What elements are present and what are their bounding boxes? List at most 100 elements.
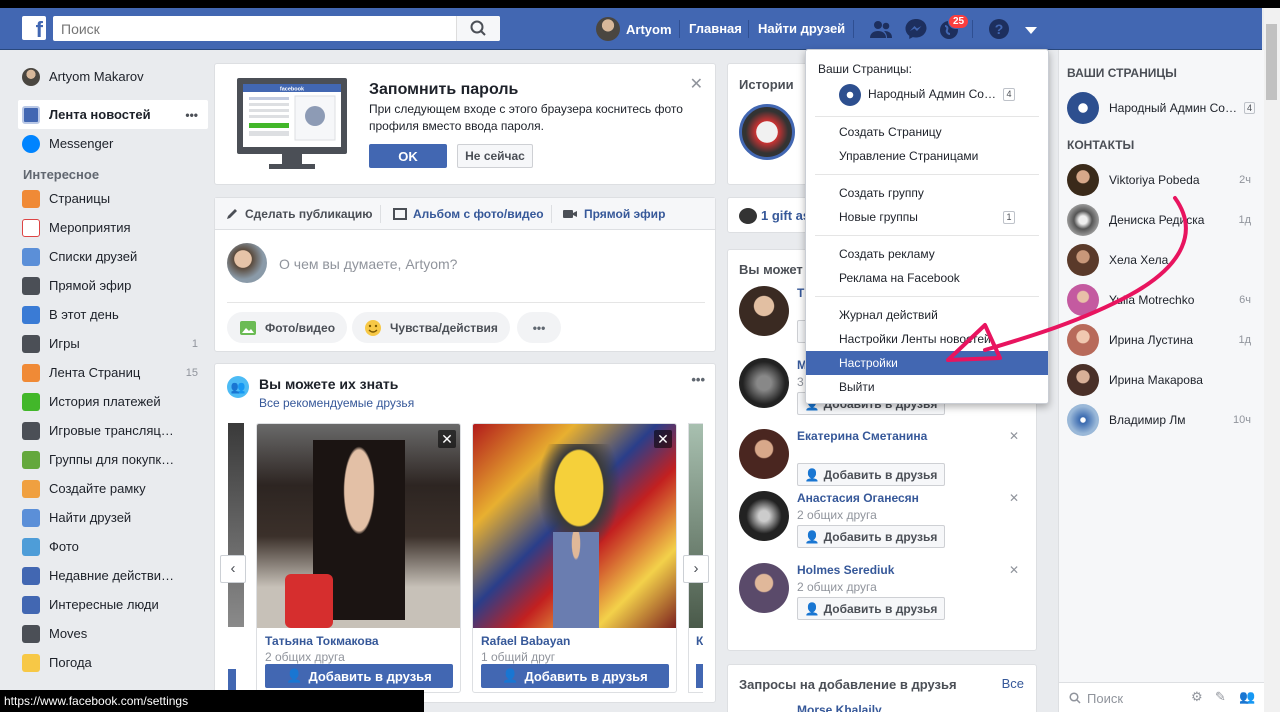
more-options-icon[interactable]: ••• — [691, 372, 705, 387]
menu-label: Народный Админ Со… — [868, 87, 996, 101]
suggestion-name[interactable]: Анастасия Оганесян — [797, 491, 919, 505]
close-icon[interactable]: ✕ — [1009, 491, 1019, 505]
pymk-see-all-link[interactable]: Все рекомендуемые друзья — [259, 396, 414, 410]
carousel-next-button[interactable]: › — [683, 555, 709, 583]
search-icon — [470, 20, 486, 36]
menu-item-manage-pages[interactable]: Управление Страницами — [806, 144, 1048, 168]
see-all-link[interactable]: Все — [1002, 676, 1024, 691]
search-button[interactable] — [456, 16, 500, 41]
suggestion-name[interactable]: Екатерина Сметанина — [797, 429, 927, 443]
not-now-button[interactable]: Не сейчас — [457, 144, 533, 168]
sidebar-item[interactable]: Moves — [18, 619, 208, 648]
last-active-time: 1д — [1238, 214, 1251, 226]
sidebar-item[interactable]: Лента Страниц 15 — [18, 358, 208, 387]
close-icon[interactable]: ✕ — [438, 430, 456, 448]
carousel-prev-button[interactable]: ‹ — [220, 555, 246, 583]
messenger-icon[interactable] — [904, 18, 928, 40]
gift-text[interactable]: 1 gift as — [761, 208, 810, 223]
profile-link[interactable]: Artyom — [596, 17, 672, 41]
suggestion-name[interactable]: Rafael Babayan — [481, 634, 676, 648]
sidebar-search-input[interactable]: Поиск — [1087, 691, 1123, 706]
suggestion-name[interactable]: Holmes Serediuk — [797, 563, 894, 577]
sidebar-item[interactable]: История платежей — [18, 387, 208, 416]
composer-input[interactable]: О чем вы думаете, Artyom? — [279, 256, 457, 272]
story-avatar[interactable] — [739, 104, 795, 160]
tab-create-post[interactable]: Сделать публикацию — [225, 207, 373, 221]
more-options-button[interactable]: ••• — [517, 312, 561, 343]
add-friend-button[interactable]: 👤Добавить в друзья — [797, 597, 945, 620]
suggestion-photo[interactable]: ✕ — [473, 424, 676, 628]
ok-button[interactable]: OK — [369, 144, 447, 168]
add-friend-button[interactable]: 👤Добавить в друзья — [797, 463, 945, 486]
sidebar-item[interactable]: Игры 1 — [18, 329, 208, 358]
divider — [853, 20, 854, 38]
new-group-icon[interactable]: 👥 — [1239, 689, 1255, 705]
add-friend-button[interactable]: 👤Добавить в друзья — [481, 664, 669, 688]
scrollbar[interactable] — [1264, 8, 1280, 712]
suggestion-name[interactable]: T — [797, 286, 804, 300]
compose-icon[interactable]: ✎ — [1215, 689, 1226, 705]
suggestion-name[interactable]: Татьяна Токмакова — [265, 634, 460, 648]
facebook-logo[interactable]: f — [22, 16, 46, 40]
account-menu-caret-icon[interactable] — [1019, 18, 1043, 40]
add-friend-button[interactable]: 👤Добавить в друзья — [265, 664, 453, 688]
gear-icon[interactable]: ⚙ — [1191, 689, 1203, 705]
avatar[interactable] — [739, 563, 789, 613]
avatar[interactable] — [739, 358, 789, 408]
search-input[interactable] — [53, 16, 453, 41]
sidebar-item[interactable]: Списки друзей — [18, 242, 208, 271]
tab-live-video[interactable]: Прямой эфир — [562, 207, 665, 221]
search-box[interactable] — [53, 16, 500, 41]
nav-label: Группы для покупк… — [49, 452, 175, 467]
menu-item-page[interactable]: Народный Админ Со… 4 — [806, 82, 1048, 106]
sidebar-item[interactable]: В этот день — [18, 300, 208, 329]
annotation-arrow — [946, 196, 1188, 362]
home-link[interactable]: Главная — [689, 21, 742, 36]
sidebar-item[interactable]: Мероприятия — [18, 213, 208, 242]
more-options-icon[interactable]: ••• — [185, 108, 198, 122]
avatar[interactable] — [739, 286, 789, 336]
sidebar-page-item[interactable]: Народный Админ Со… 4 — [1067, 90, 1257, 126]
game-video-icon — [22, 421, 40, 440]
sidebar-item[interactable]: Интересные люди — [18, 590, 208, 619]
nav-count: 15 — [185, 366, 198, 379]
avatar[interactable] — [739, 429, 789, 479]
nav-news-feed[interactable]: Лента новостей ••• — [18, 100, 208, 129]
tab-photo-album[interactable]: Альбом с фото/видео — [393, 207, 544, 221]
close-icon[interactable]: ✕ — [1009, 429, 1019, 443]
close-icon[interactable]: ✕ — [1009, 563, 1019, 577]
nav-profile[interactable]: Artyom Makarov — [18, 62, 208, 91]
close-icon[interactable]: ✕ — [690, 74, 703, 94]
menu-item-create-page[interactable]: Создать Страницу — [806, 120, 1048, 144]
person-photo — [553, 532, 599, 628]
sidebar-item[interactable]: Создайте рамку — [18, 474, 208, 503]
friend-requests-card: Запросы на добавление в друзья Все Morse… — [727, 664, 1037, 712]
sidebar-item[interactable]: Найти друзей — [18, 503, 208, 532]
feelings-button[interactable]: Чувства/действия — [352, 312, 510, 343]
friend-requests-icon[interactable] — [869, 18, 893, 40]
sidebar-item[interactable]: Прямой эфир — [18, 271, 208, 300]
sidebar-item[interactable]: Недавние действи… — [18, 561, 208, 590]
contact-item[interactable]: Владимир Лм 10ч — [1067, 402, 1257, 438]
pymk-title: Вы можете их знать — [259, 376, 399, 392]
help-icon[interactable]: ? — [987, 18, 1011, 40]
button-label: Добавить в друзья — [823, 467, 938, 482]
chat-sidebar: ВАШИ СТРАНИЦЫ Народный Админ Со… 4 КОНТА… — [1058, 50, 1264, 712]
request-name[interactable]: Morse Khalaily — [797, 703, 882, 712]
add-friend-button[interactable]: 👤Добавить в друзья — [797, 525, 945, 548]
sidebar-item[interactable]: Группы для покупк… — [18, 445, 208, 474]
tab-label: Прямой эфир — [584, 207, 666, 221]
photo-video-button[interactable]: Фото/видео — [227, 312, 348, 343]
find-friends-link[interactable]: Найти друзей — [758, 21, 845, 36]
sidebar-item[interactable]: Фото — [18, 532, 208, 561]
sidebar-item[interactable]: Страницы — [18, 184, 208, 213]
avatar[interactable] — [739, 491, 789, 541]
sidebar-item[interactable]: Погода — [18, 648, 208, 677]
nav-messenger[interactable]: Messenger — [18, 129, 208, 158]
sidebar-item[interactable]: Игровые трансляц… — [18, 416, 208, 445]
close-icon[interactable]: ✕ — [654, 430, 672, 448]
pages-feed-icon — [22, 363, 40, 382]
suggestion-photo[interactable]: ✕ — [257, 424, 460, 628]
scrollbar-thumb[interactable] — [1266, 24, 1277, 100]
last-active-time: 2ч — [1239, 174, 1251, 186]
